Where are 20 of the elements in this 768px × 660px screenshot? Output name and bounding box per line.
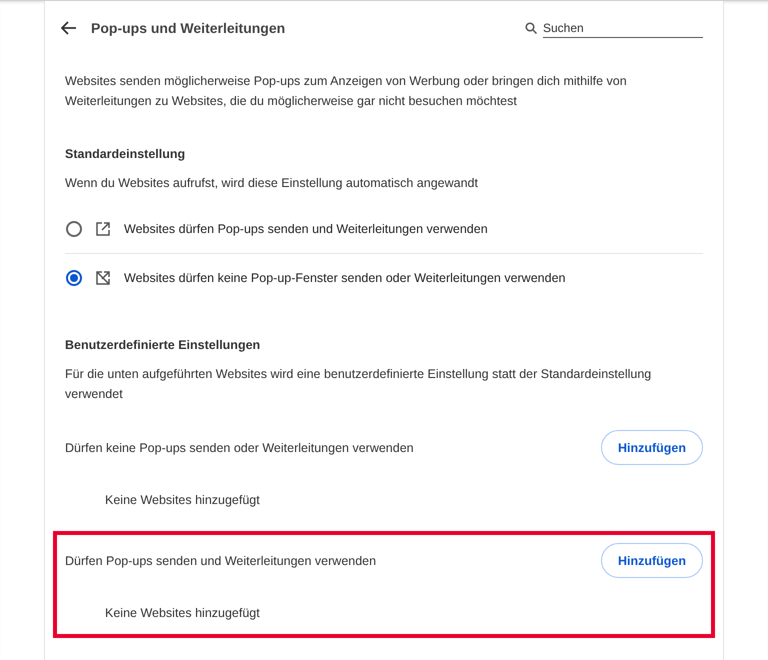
- option-label[interactable]: Websites dürfen keine Pop-up-Fenster senden oder Weiterleitungen verwenden: [124, 271, 566, 285]
- section-heading: Benutzerdefinierte Einstellungen: [64, 337, 262, 352]
- section-subtitle: Für die unten aufgeführten Websites wird eine benutzerdefinierte Einstellung statt der Standardeinstellung verwendet: [64, 366, 652, 403]
- radio-button[interactable]: [66, 221, 82, 237]
- add-button[interactable]: Hinzufügen: [600, 543, 703, 578]
- empty-list-text: Keine Websites hinzugefügt: [105, 493, 261, 507]
- page-title: Pop-ups und Weiterleitungen: [91, 20, 286, 36]
- add-button[interactable]: Hinzufügen: [600, 430, 703, 465]
- blocked-popup-icon: [96, 271, 110, 285]
- list-title: Dürfen Pop-ups senden und Weiterleitungen verwenden: [65, 554, 376, 568]
- empty-list-text: Keine Websites hinzugefügt: [105, 606, 261, 620]
- section-subtitle: Wenn du Websites aufrufst, wird diese Einstellung automatisch angewandt: [64, 175, 479, 192]
- description-text: Websites senden möglicherweise Pop-ups zum Anzeigen von Werbung oder bringen dich mithilfe von Weiterleitungen zu Websites, die du möglicherweise gar nicht besuchen möchtest: [64, 73, 628, 110]
- section-heading: Standardeinstellung: [64, 146, 186, 161]
- option-label[interactable]: Websites dürfen Pop-ups senden und Weiterleitungen verwenden: [124, 222, 488, 236]
- back-arrow-icon[interactable]: [61, 21, 77, 35]
- radio-button[interactable]: [66, 270, 82, 286]
- search-icon: [525, 22, 537, 34]
- list-title: Dürfen keine Pop-ups senden oder Weiterleitungen verwenden: [65, 440, 414, 454]
- open-in-new-icon: [96, 222, 110, 236]
